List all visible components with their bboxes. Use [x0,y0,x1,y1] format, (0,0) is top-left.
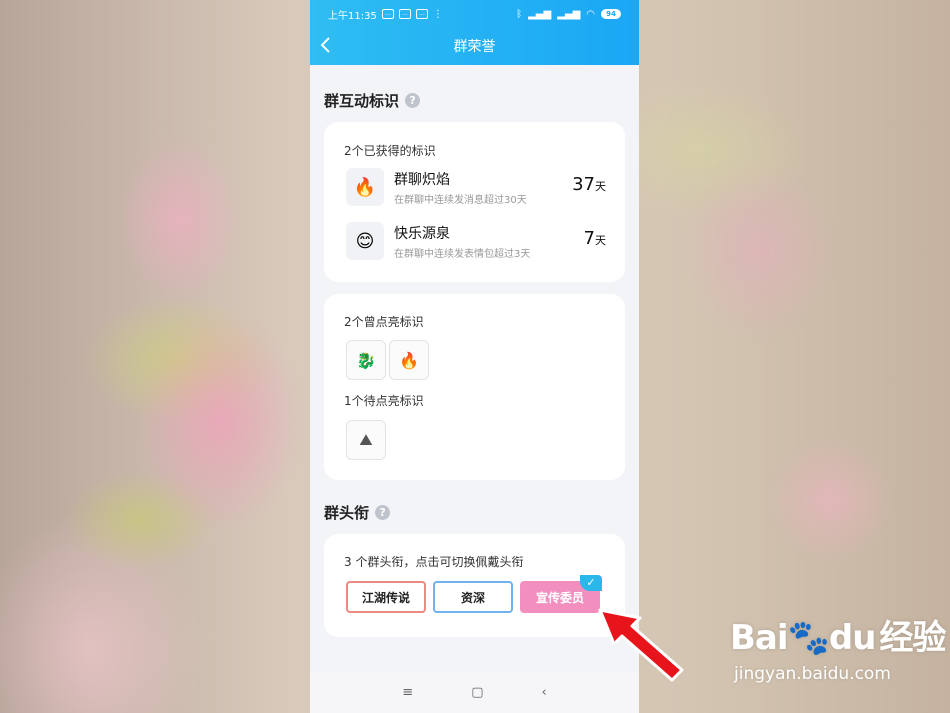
section-title-text: 群互动标识 [324,92,400,110]
smiley-icon: 😊 [346,222,384,260]
days-unit: 天 [595,234,606,247]
signal-icon: ▂▄▆ [528,8,552,20]
status-time: 上午11:35 [328,10,377,22]
battery-icon: 94 [601,9,621,19]
app-header: 上午11:35 … … … ⋮ ᛒ ▂▄▆ ▂▄▆ ◠ 94 群荣誉 [310,0,639,65]
flame-grey-icon[interactable]: 🔥 [389,340,429,380]
badge-row[interactable]: 😊 快乐源泉 在群聊中连续发表情包超过3天 7天 [346,222,606,262]
watermark-brand: Bai [730,618,789,658]
question-circle-icon[interactable]: ? [375,505,391,520]
badge-days: 37天 [572,174,606,195]
watermark-brand-cn: 经验 [879,618,946,658]
question-circle-icon[interactable]: ? [405,93,421,108]
watermark-url: jingyan.baidu.com [734,664,891,684]
bluetooth-icon: ᛒ [516,8,523,20]
red-arrow-icon [598,608,684,682]
days-unit: 天 [595,180,606,193]
system-nav-bar: ≡ ▢ ‹ [310,671,639,713]
badge-name: 群聊炽焰 [394,172,450,188]
title-button-zishen[interactable]: 资深 [433,581,513,613]
more-icon: ⋮ [432,8,443,20]
earned-label: 2个已获得的标识 [344,144,436,158]
phone-screen: 上午11:35 … … … ⋮ ᛒ ▂▄▆ ▂▄▆ ◠ 94 群荣誉 群互动标识… [310,0,639,713]
badge-days: 7天 [584,228,606,249]
badge-description: 在群聊中连续发表情包超过3天 [394,249,531,260]
title-button-xuanchuan[interactable]: 宣传委员 ✓ [520,575,602,613]
badge-description: 在群聊中连续发消息超过30天 [394,195,527,206]
menu-icon[interactable]: ≡ [402,685,413,700]
watermark-brand-suffix: du [828,618,877,658]
home-icon[interactable]: ▢ [471,685,483,700]
checkmark-icon: ✓ [580,575,602,591]
paw-icon: 🐾 [787,618,830,658]
flame-icon: 🔥 [346,168,384,206]
message-icon: … [398,9,411,19]
lit-badges-card: 2个曾点亮标识 🐉 🔥 1个待点亮标识 ⛰ [324,294,625,480]
earned-badges-card: 2个已获得的标识 🔥 群聊炽焰 在群聊中连续发消息超过30天 37天 😊 快乐源… [324,122,625,282]
days-value: 37 [572,174,595,195]
title-button-label: 宣传委员 [535,590,584,605]
group-titles-card: 3 个群头衔，点击可切换佩戴头衔 江湖传说 资深 宣传委员 ✓ [324,534,625,637]
signal-icon: ▂▄▆ [557,8,581,20]
back-nav-icon[interactable]: ‹ [542,685,547,700]
titles-caption: 3 个群头衔，点击可切换佩戴头衔 [344,555,524,569]
status-bar: 上午11:35 … … … ⋮ ᛒ ▂▄▆ ▂▄▆ ◠ 94 [328,6,621,22]
baidu-watermark: Bai🐾du 经验 jingyan.baidu.com [730,610,946,684]
section-title-text: 群头衔 [324,504,370,522]
lit-label: 2个曾点亮标识 [344,315,424,329]
pending-label: 1个待点亮标识 [344,394,424,408]
badge-name: 快乐源泉 [394,226,450,242]
section-title-interaction: 群互动标识 ? [324,90,421,111]
message-icon: … [415,9,428,19]
badge-row[interactable]: 🔥 群聊炽焰 在群聊中连续发消息超过30天 37天 [346,168,606,208]
dragon-icon[interactable]: 🐉 [346,340,386,380]
days-value: 7 [583,228,595,249]
stone-icon[interactable]: ⛰ [346,420,386,460]
wifi-icon: ◠ [586,8,595,20]
title-button-jianghu[interactable]: 江湖传说 [346,581,426,613]
page-title: 群荣誉 [453,39,496,55]
message-icon: … [381,9,394,19]
section-title-titles: 群头衔 ? [324,502,391,523]
